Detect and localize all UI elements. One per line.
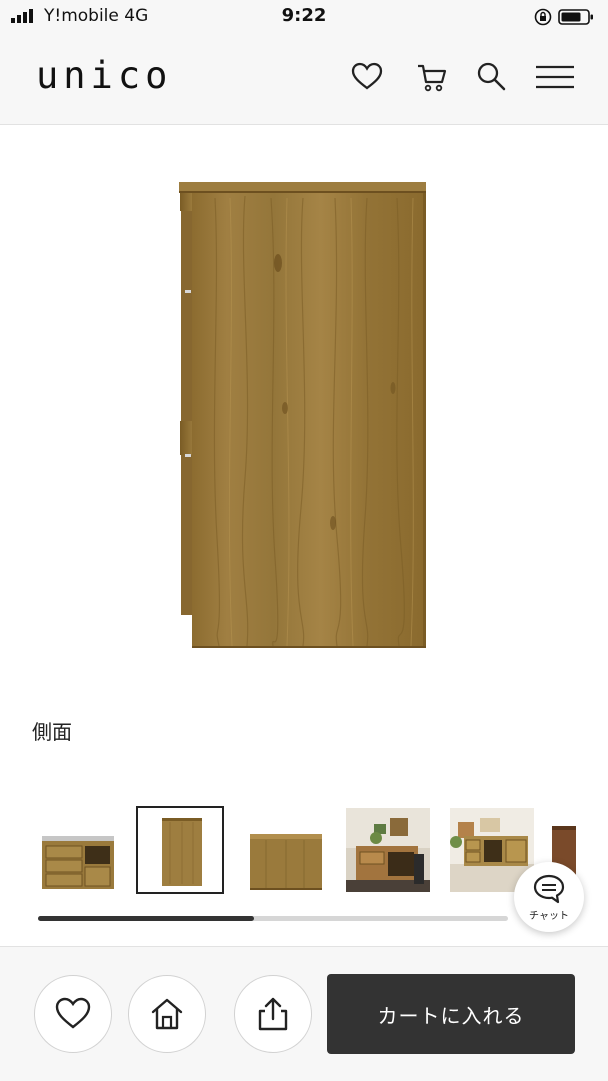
add-to-cart-button[interactable]: カートに入れる <box>327 974 575 1054</box>
image-caption: 側面 <box>32 720 72 744</box>
sideboard-side-thumbnail[interactable] <box>136 806 224 894</box>
search-icon[interactable] <box>474 60 508 94</box>
sideboard-back-thumbnail[interactable] <box>246 810 326 890</box>
gallery-scrollbar[interactable] <box>38 916 508 921</box>
share-icon <box>258 997 288 1031</box>
home-button[interactable] <box>128 975 206 1053</box>
status-bar: Y!mobile 4G 9:22 <box>0 0 608 32</box>
gallery-scrollbar-thumb[interactable] <box>38 916 255 921</box>
favorite-button[interactable] <box>34 975 112 1053</box>
bottom-action-bar: カートに入れる <box>0 946 608 1081</box>
battery-icon <box>558 9 593 25</box>
unico-logo[interactable]: unico <box>36 54 172 97</box>
sideboard-front-thumbnail[interactable] <box>38 810 118 890</box>
share-button[interactable] <box>234 975 312 1053</box>
room-scene-thumbnail[interactable] <box>346 808 430 892</box>
chat-label: チャット <box>529 911 569 922</box>
chat-button[interactable]: チャット <box>514 862 584 932</box>
rotation-lock-icon <box>534 8 552 26</box>
heart-icon <box>55 997 91 1029</box>
home-icon <box>151 998 183 1030</box>
site-header: unico <box>0 32 608 125</box>
favorite-heart-icon[interactable] <box>350 60 384 94</box>
clock: 9:22 <box>281 5 327 26</box>
product-image-side-view[interactable] <box>175 178 431 650</box>
chat-bubble-icon <box>533 874 565 904</box>
cart-icon[interactable] <box>415 60 449 94</box>
menu-icon[interactable] <box>534 60 576 94</box>
